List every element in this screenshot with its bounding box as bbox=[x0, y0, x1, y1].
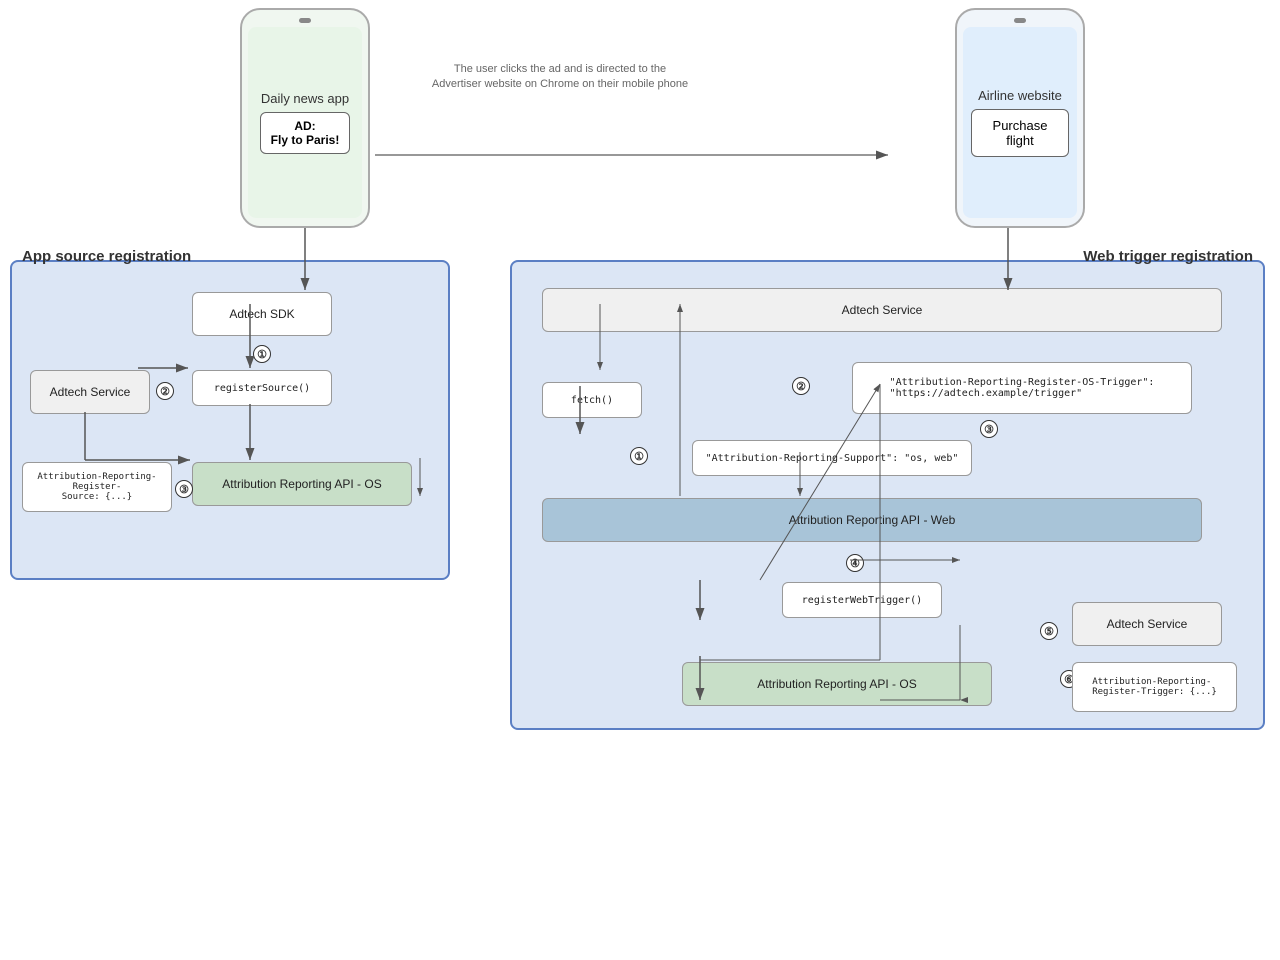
app-source-title: App source registration bbox=[22, 248, 191, 265]
phone-right: Airline website Purchase flight bbox=[955, 8, 1085, 228]
register-source-box: registerSource() bbox=[192, 370, 332, 406]
attr-trigger-header-box: Attribution-Reporting- Register-Trigger:… bbox=[1072, 662, 1237, 712]
step5-web: ⑤ bbox=[1040, 622, 1058, 640]
register-web-trigger-box: registerWebTrigger() bbox=[782, 582, 942, 618]
adtech-service-top-box: Adtech Service bbox=[542, 288, 1222, 332]
step1-left: ① bbox=[253, 345, 271, 363]
adtech-service-left-box: Adtech Service bbox=[30, 370, 150, 414]
step4-web: ④ bbox=[846, 554, 864, 572]
phone-right-title: Airline website bbox=[978, 88, 1062, 103]
support-header-box: "Attribution-Reporting-Support": "os, we… bbox=[692, 440, 972, 476]
phone-left-screen: Daily news app AD: Fly to Paris! bbox=[248, 27, 362, 218]
adtech-sdk-box: Adtech SDK bbox=[192, 292, 332, 336]
attribution-os-web-box: Attribution Reporting API - OS bbox=[682, 662, 992, 706]
phone-right-camera bbox=[1014, 18, 1026, 23]
web-trigger-title: Web trigger registration bbox=[1083, 248, 1253, 265]
step2-web: ② bbox=[792, 377, 810, 395]
phone-left-title: Daily news app bbox=[261, 91, 349, 106]
phone-left-camera bbox=[299, 18, 311, 23]
step3-left: ③ bbox=[175, 480, 193, 498]
step2-left: ② bbox=[156, 382, 174, 400]
phone-right-screen: Airline website Purchase flight bbox=[963, 27, 1077, 218]
web-trigger-box: Web trigger registration Adtech Service … bbox=[510, 260, 1265, 730]
attr-header-left-box: Attribution-Reporting-Register- Source: … bbox=[22, 462, 172, 512]
ad-box: AD: Fly to Paris! bbox=[260, 112, 351, 154]
step1-web: ① bbox=[630, 447, 648, 465]
adtech-service-right-box: Adtech Service bbox=[1072, 602, 1222, 646]
os-trigger-header-box: "Attribution-Reporting-Register-OS-Trigg… bbox=[852, 362, 1192, 414]
attribution-web-box: Attribution Reporting API - Web bbox=[542, 498, 1202, 542]
attribution-os-left-box: Attribution Reporting API - OS bbox=[192, 462, 412, 506]
phone-left: Daily news app AD: Fly to Paris! bbox=[240, 8, 370, 228]
step3-web: ③ bbox=[980, 420, 998, 438]
caption-text: The user clicks the ad and is directed t… bbox=[430, 62, 690, 93]
fetch-box: fetch() bbox=[542, 382, 642, 418]
app-source-box: App source registration Adtech SDK ① reg… bbox=[10, 260, 450, 580]
purchase-box: Purchase flight bbox=[971, 109, 1069, 157]
